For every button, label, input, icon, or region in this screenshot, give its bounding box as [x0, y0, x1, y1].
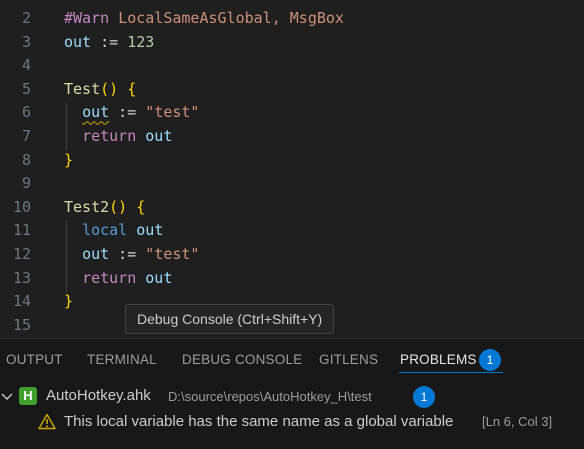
problem-location: [Ln 6, Col 3] — [482, 414, 553, 429]
code-token: LocalSameAsGlobal, MsgBox — [118, 9, 344, 27]
code-text: Test() { — [64, 78, 136, 102]
code-editor[interactable]: 2 #Warn LocalSameAsGlobal, MsgBox 3 out := … — [0, 0, 584, 338]
line-number: 10 — [12, 197, 31, 216]
code-token: #Warn — [64, 9, 119, 27]
line-number: 6 — [21, 103, 31, 122]
code-line[interactable]: 3 out := 123 — [0, 31, 584, 55]
code-token: } — [64, 150, 74, 169]
code-token: 123 — [127, 32, 155, 51]
code-token: () { — [100, 79, 137, 98]
warning-icon — [38, 413, 56, 430]
code-line[interactable]: 12 out := "test" — [0, 243, 584, 267]
problem-item[interactable]: This local variable has the same name as… — [0, 410, 584, 434]
code-line[interactable]: 8} — [0, 149, 584, 173]
active-tab-indicator — [399, 372, 503, 373]
code-line[interactable]: 13 return out — [0, 267, 584, 291]
tab-problems[interactable]: PROBLEMS — [400, 352, 477, 367]
code-token: := — [109, 103, 146, 122]
code-text: return out — [64, 267, 172, 291]
tooltip: Debug Console (Ctrl+Shift+Y) — [125, 304, 335, 334]
code-line[interactable]: 11 local out — [0, 219, 584, 243]
code-text: Test2() { — [64, 196, 145, 220]
code-token: out — [145, 127, 173, 145]
code-token: out — [145, 268, 173, 287]
line-number: 2 — [21, 9, 31, 27]
problem-message: This local variable has the same name as… — [64, 413, 454, 430]
code-token: "test" — [145, 245, 200, 263]
code-line[interactable]: 6 out := "test" — [0, 101, 584, 125]
file-problem-count-badge: 1 — [413, 386, 435, 408]
problem-file-name: AutoHotkey.ahk — [46, 387, 151, 404]
code-token: } — [64, 292, 74, 311]
line-number: 15 — [12, 315, 31, 334]
code-line[interactable]: 5 Test() { — [0, 78, 584, 102]
bottom-panel: OUTPUT TERMINAL DEBUG CONSOLE GITLENS PR… — [0, 338, 584, 449]
code-token: Test2 — [64, 197, 110, 216]
code-token: out — [136, 221, 164, 240]
code-token: out — [82, 103, 110, 122]
tab-output[interactable]: OUTPUT — [6, 352, 63, 367]
code-text: } — [64, 149, 73, 173]
line-number: 3 — [21, 32, 31, 51]
tab-debug-console[interactable]: DEBUG CONSOLE — [182, 352, 302, 367]
chevron-down-icon[interactable] — [0, 389, 14, 403]
code-text: } — [64, 290, 73, 314]
problem-file-row[interactable]: H AutoHotkey.ahk D:\source\repos\AutoHot… — [0, 385, 584, 409]
code-text: out := "test" — [64, 101, 199, 125]
tab-gitlens[interactable]: GITLENS — [319, 352, 378, 367]
code-token: "test" — [145, 103, 200, 122]
code-token: Test — [64, 79, 101, 98]
code-token: local — [82, 221, 128, 240]
code-line[interactable]: 10 Test2() { — [0, 196, 584, 220]
code-text: return out — [64, 125, 172, 149]
code-text: #Warn LocalSameAsGlobal, MsgBox — [64, 7, 344, 31]
line-number: 12 — [12, 245, 31, 263]
code-text: out := 123 — [64, 31, 154, 55]
line-number: 7 — [21, 127, 31, 145]
code-token: out — [64, 32, 92, 51]
code-text: out := "test" — [64, 243, 199, 267]
problem-file-path: D:\source\repos\AutoHotkey_H\test — [168, 389, 372, 404]
code-token: () { — [109, 197, 146, 216]
problems-count-badge: 1 — [479, 349, 501, 371]
code-token: return — [82, 127, 137, 145]
code-token: return — [82, 268, 137, 287]
code-line[interactable]: 9 — [0, 172, 584, 196]
code-text: local out — [64, 219, 163, 243]
line-number: 14 — [12, 292, 31, 311]
code-token: := — [91, 32, 128, 51]
code-line[interactable]: 2 #Warn LocalSameAsGlobal, MsgBox — [0, 7, 584, 31]
code-line[interactable]: 7 return out — [0, 125, 584, 149]
line-number: 4 — [21, 56, 31, 75]
code-token: := — [109, 245, 146, 263]
ahk-file-icon: H — [19, 387, 37, 405]
line-number: 5 — [21, 79, 31, 98]
line-number: 11 — [12, 221, 31, 240]
line-number: 8 — [21, 150, 31, 169]
code-line[interactable]: 4 — [0, 54, 584, 78]
tab-terminal[interactable]: TERMINAL — [87, 352, 157, 367]
line-number: 13 — [12, 268, 31, 287]
code-token: out — [82, 245, 110, 263]
line-number: 9 — [21, 174, 31, 193]
